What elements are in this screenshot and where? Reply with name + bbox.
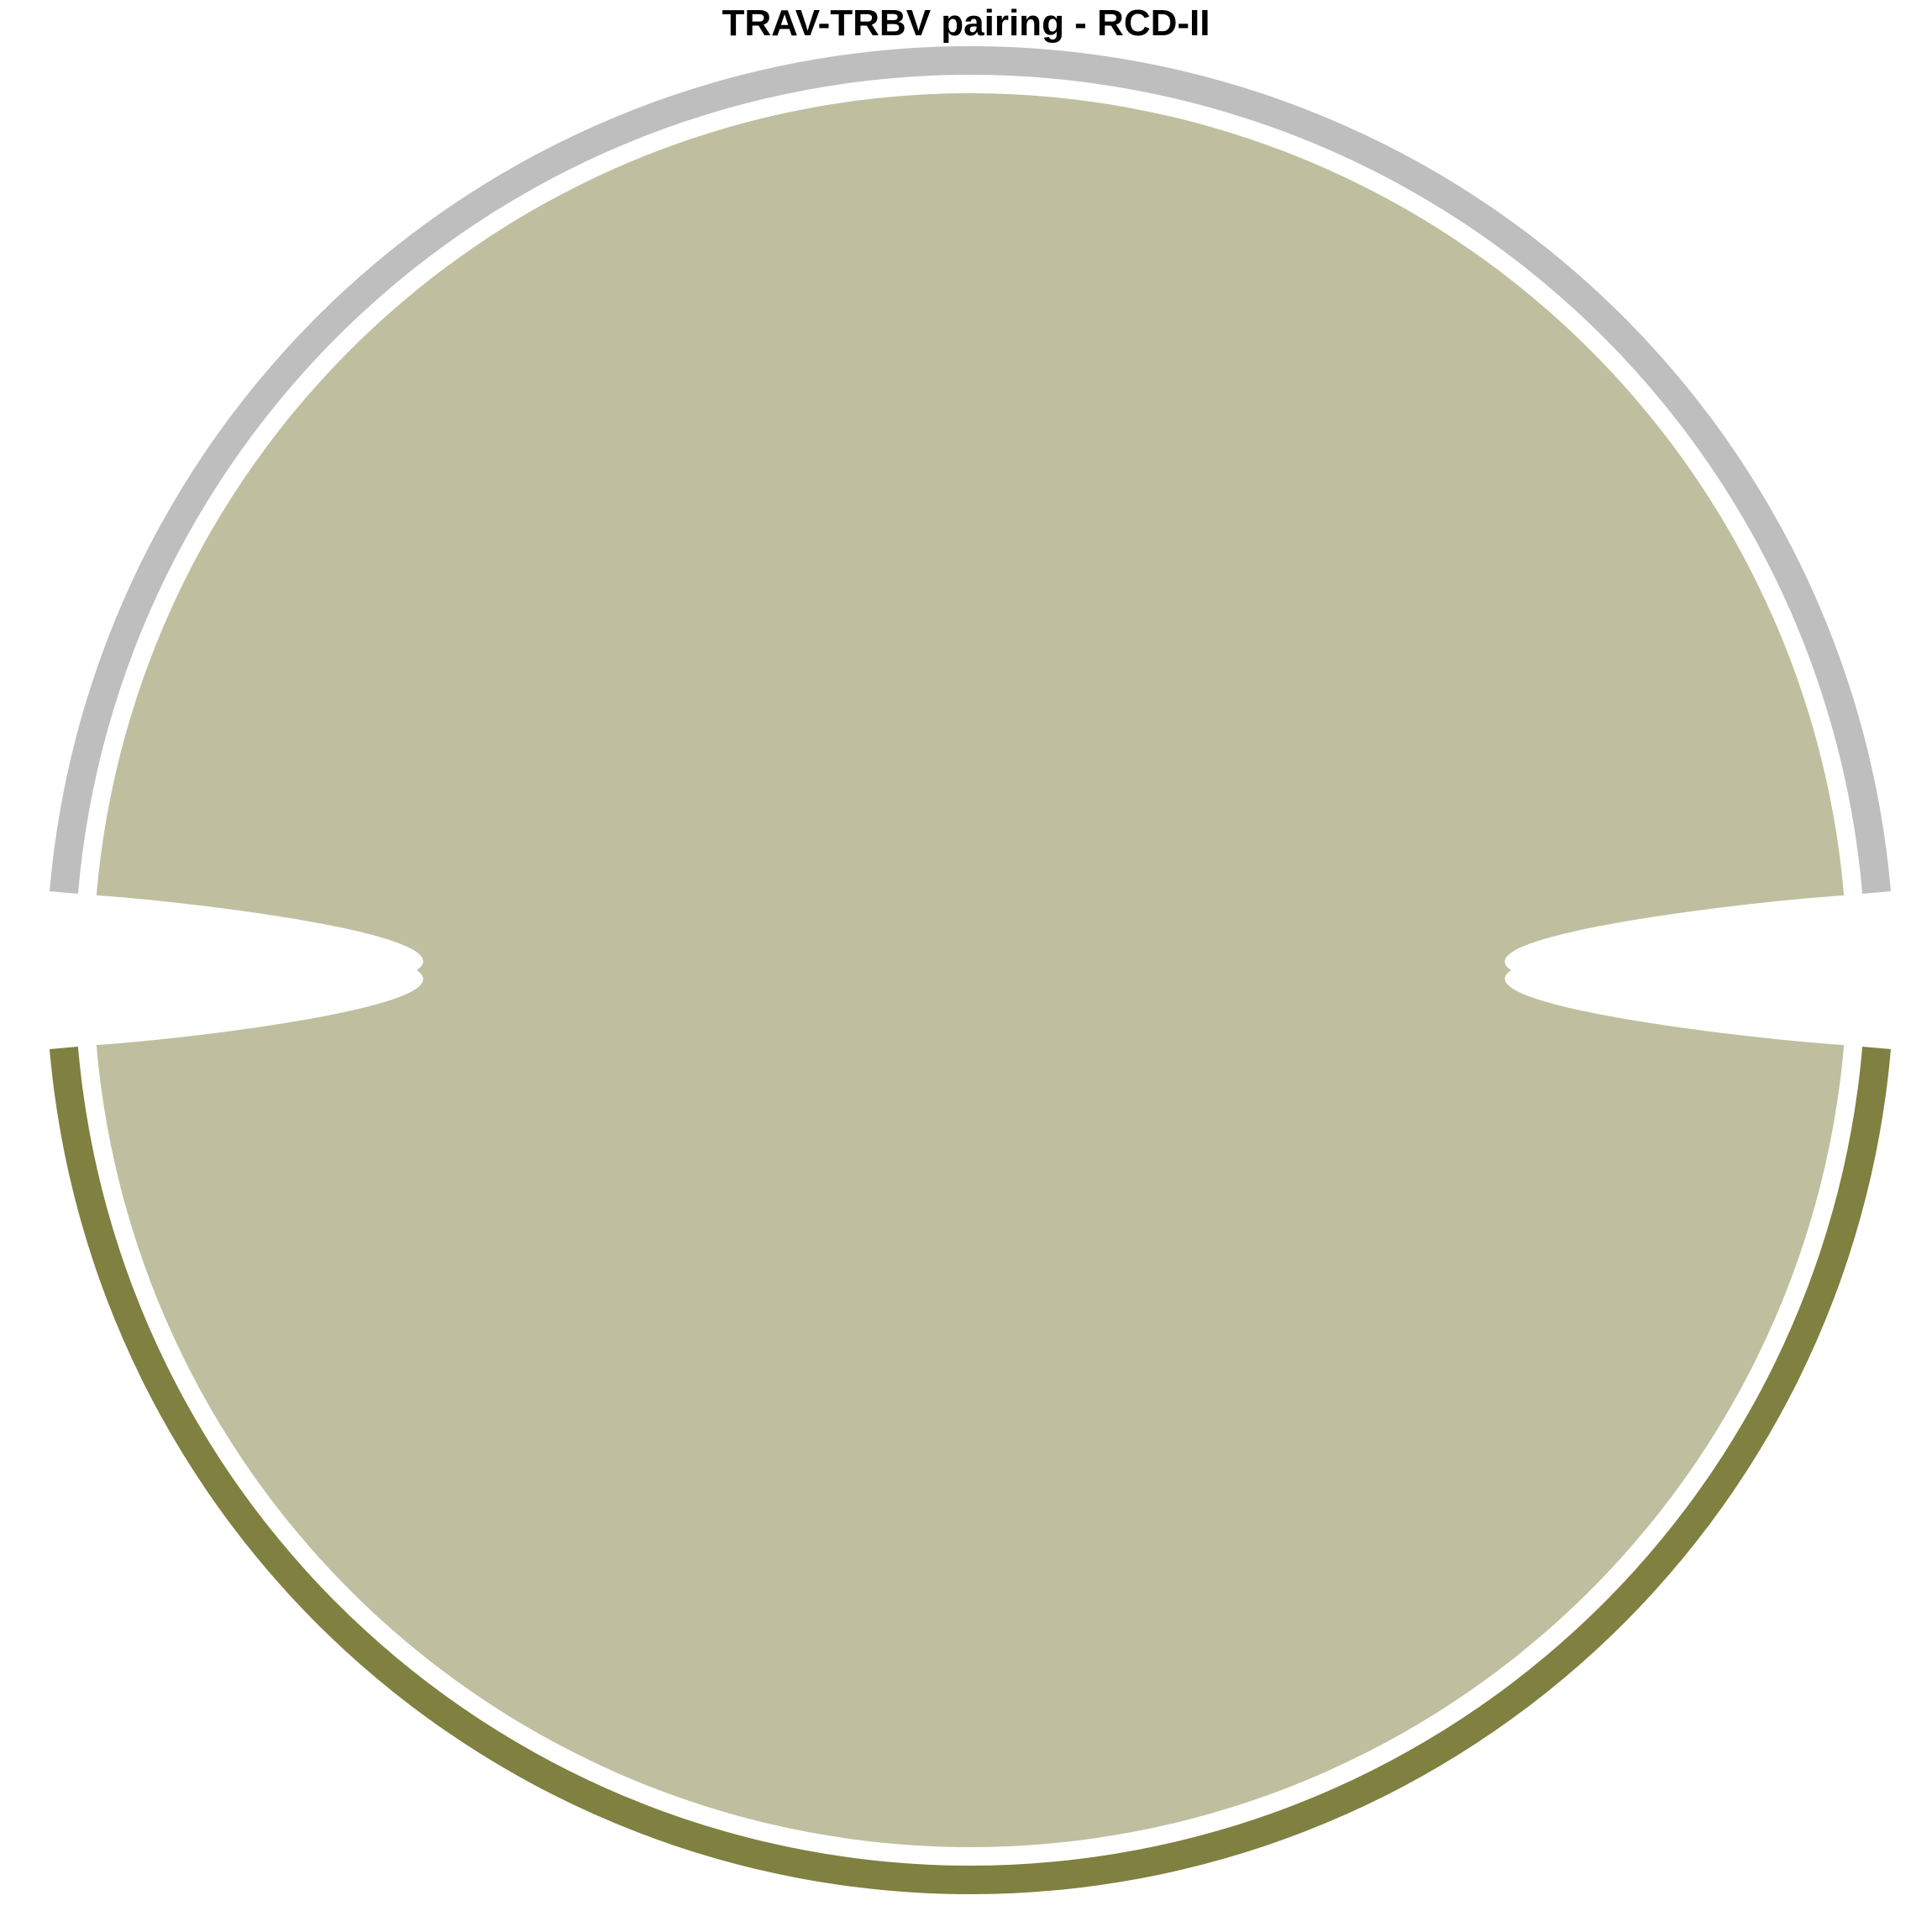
link-ribbon <box>96 93 1845 1847</box>
chord-chart: TRAV-TRBV pairing - RCD-II <box>0 0 1932 1932</box>
chord-diagram <box>50 46 1891 1894</box>
links-layer <box>96 93 1845 1847</box>
